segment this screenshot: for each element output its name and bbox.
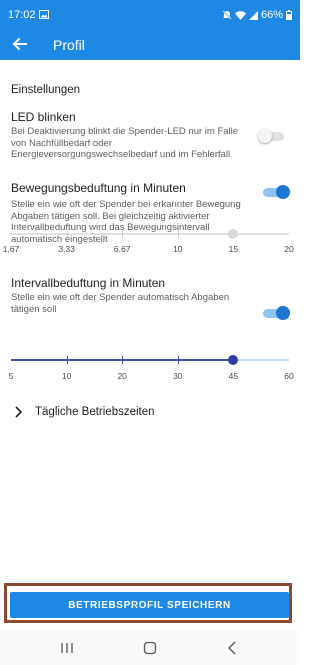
interval-slider-tick — [177, 356, 179, 364]
interval-tick-label: 30 — [173, 371, 183, 381]
motion-slider-tick — [66, 230, 68, 238]
arrow-left-icon[interactable] — [10, 34, 30, 54]
signal-icon — [248, 10, 258, 20]
image-icon — [39, 10, 49, 19]
chevron-right-icon — [15, 406, 23, 418]
save-profile-label: BETRIEBSPROFIL SPEICHERN — [68, 600, 231, 611]
interval-tick-label: 20 — [117, 371, 127, 381]
motion-tick-label: 6,67 — [113, 244, 131, 254]
led-title: LED blinken — [11, 110, 76, 124]
status-time: 17:02 — [8, 9, 36, 21]
home-icon[interactable] — [140, 638, 160, 658]
motion-title: Bewegungsbeduftung in Minuten — [11, 181, 186, 195]
motion-toggle-thumb — [276, 185, 290, 199]
battery-icon — [286, 10, 292, 20]
motion-tick-label: 10 — [173, 244, 183, 254]
motion-tick-label: 1,67 — [2, 244, 20, 254]
interval-tick-label: 5 — [8, 371, 14, 381]
interval-tick-label: 60 — [284, 371, 294, 381]
motion-tick-label: 15 — [228, 244, 239, 254]
interval-slider-tick — [122, 356, 124, 364]
motion-tick-label: 3,33 — [58, 244, 75, 254]
motion-slider-thumb[interactable] — [228, 229, 239, 239]
status-icons: 66% — [222, 9, 292, 21]
led-toggle[interactable] — [258, 129, 284, 143]
motion-slider-rail — [11, 233, 289, 235]
app-bar: Profil — [0, 30, 300, 60]
interval-description: Stelle ein wie oft der Spender automatis… — [11, 292, 230, 315]
business-hours-expander[interactable]: Tägliche Betriebszeiten — [11, 403, 289, 423]
interval-slider-thumb[interactable] — [228, 355, 239, 365]
page-title: Profil — [53, 37, 85, 53]
motion-tick-labels: 1,67 3,33 6,67 10 15 20 — [3, 244, 294, 256]
led-description: Bei Deaktivierung blinkt die Spender-LED… — [11, 126, 239, 160]
interval-slider-tick — [66, 356, 68, 364]
interval-toggle-thumb — [276, 306, 290, 320]
interval-slider[interactable] — [11, 353, 289, 367]
motion-tick-label: 20 — [284, 244, 294, 254]
motion-slider[interactable] — [11, 227, 289, 241]
recent-apps-icon[interactable] — [57, 638, 77, 658]
interval-tick-labels: 5 10 20 30 45 60 — [8, 371, 294, 383]
silent-icon — [222, 10, 232, 20]
interval-toggle[interactable] — [263, 306, 290, 320]
battery-percent: 66% — [260, 9, 283, 21]
motion-toggle[interactable] — [263, 185, 290, 199]
motion-slider-tick — [122, 230, 124, 238]
status-bar: 17:02 66% — [0, 0, 300, 30]
business-hours-label: Tägliche Betriebszeiten — [35, 406, 155, 418]
section-title: Einstellungen — [11, 84, 81, 96]
led-toggle-thumb — [258, 129, 272, 143]
navigation-bar — [0, 630, 300, 665]
motion-slider-tick — [177, 230, 179, 238]
interval-tick-label: 10 — [61, 371, 72, 381]
wifi-icon — [234, 10, 246, 20]
interval-tick-label: 45 — [228, 371, 239, 381]
interval-title: Intervallbeduftung in Minuten — [11, 276, 166, 290]
back-icon[interactable] — [223, 638, 243, 658]
save-profile-button[interactable]: BETRIEBSPROFIL SPEICHERN — [10, 592, 289, 618]
